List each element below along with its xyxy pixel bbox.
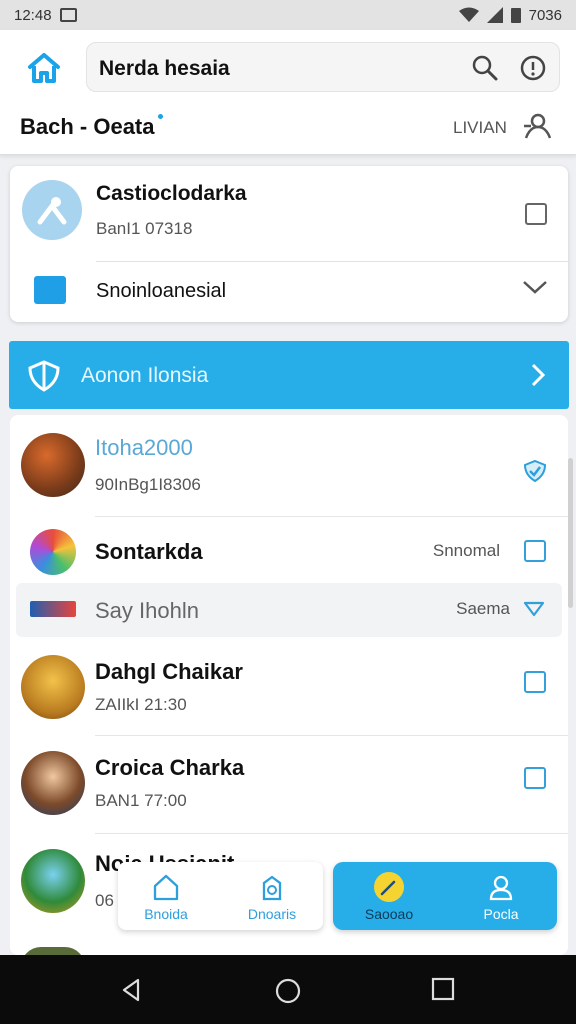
list-item-checkbox[interactable] bbox=[524, 767, 546, 789]
back-button[interactable] bbox=[118, 977, 144, 1008]
card-subtitle: BanI1 07318 bbox=[96, 219, 193, 238]
nav-item-home[interactable]: Bnoida bbox=[118, 868, 214, 926]
bottom-nav-right: Saooao Pocla bbox=[333, 862, 557, 930]
app-bar: Nerda hesaia Bach - Oeata LIVIAN bbox=[0, 30, 576, 155]
wifi-icon bbox=[458, 7, 479, 22]
avatar bbox=[22, 180, 82, 240]
list-item-subtitle: 06 bbox=[95, 891, 114, 910]
list-item-subtitle: ZAIIkI 21:30 bbox=[95, 695, 187, 714]
page-title: Bach - Oeata bbox=[20, 114, 155, 139]
status-right-text: 7036 bbox=[528, 6, 562, 24]
list-item-meta: Saema bbox=[456, 599, 510, 618]
card-checkbox[interactable] bbox=[525, 203, 547, 225]
chevron-down-icon bbox=[523, 281, 547, 294]
battery-icon bbox=[510, 7, 521, 23]
recents-button[interactable] bbox=[431, 977, 455, 1006]
game-avatar bbox=[21, 849, 85, 913]
signal-icon bbox=[486, 7, 503, 23]
list-item[interactable]: Itoha2000 90InBg1I8306 bbox=[10, 415, 568, 517]
list-item-title: Dahgl Chaikar bbox=[95, 659, 243, 684]
chevron-down-icon bbox=[523, 601, 545, 617]
nav-item-games[interactable]: Dnoaris bbox=[224, 868, 320, 926]
folder-icon bbox=[34, 276, 66, 304]
nav-item-search[interactable]: Saooao bbox=[341, 868, 437, 926]
search-input-value: Nerda hesaia bbox=[99, 57, 230, 80]
verified-badge[interactable] bbox=[523, 459, 547, 488]
list-item-subtitle: 90InBg1I8306 bbox=[95, 475, 201, 494]
divider bbox=[96, 261, 568, 262]
list-item-meta: Snnomal bbox=[432, 541, 500, 560]
featured-card: Castioclodarka BanI1 07318 Snoinloanesia… bbox=[10, 166, 568, 322]
nav-item-profile[interactable]: Pocla bbox=[453, 868, 549, 926]
list-item-title: Say Ihohln bbox=[95, 598, 199, 623]
home-nav-button[interactable] bbox=[274, 977, 302, 1010]
banner-label: Aonon Ilonsia bbox=[81, 364, 209, 387]
expand-button[interactable] bbox=[522, 279, 548, 300]
game-avatar bbox=[21, 947, 85, 955]
game-avatar bbox=[21, 433, 85, 497]
list-item-title: Itoha2000 bbox=[95, 435, 193, 460]
user-group-icon bbox=[524, 113, 552, 139]
nav-item-label: Dnoaris bbox=[247, 906, 297, 922]
game-avatar bbox=[21, 655, 85, 719]
list-item-checkbox[interactable] bbox=[524, 671, 546, 693]
game-avatar bbox=[30, 529, 76, 575]
game-controller-icon bbox=[262, 875, 282, 901]
gallery-notification-icon bbox=[59, 8, 77, 22]
game-thumbnail bbox=[30, 601, 76, 617]
list-item[interactable]: Croica Charka BAN1 77:00 bbox=[10, 737, 568, 835]
home-button[interactable] bbox=[24, 48, 64, 88]
divider bbox=[95, 735, 568, 736]
info-icon bbox=[520, 55, 546, 81]
list-item-title: Sontarkda bbox=[95, 539, 203, 564]
list-item[interactable]: Say Ihohln Saema bbox=[16, 583, 562, 637]
profile-icon bbox=[489, 875, 513, 901]
shield-icon bbox=[28, 360, 60, 392]
back-triangle-icon bbox=[122, 978, 140, 1002]
search-icon bbox=[472, 55, 498, 81]
person-icon bbox=[37, 197, 67, 225]
list-item-subtitle: BAN1 77:00 bbox=[95, 791, 187, 810]
account-button[interactable] bbox=[522, 112, 552, 145]
nav-item-label: Saooao bbox=[364, 906, 414, 922]
nav-item-label: Pocla bbox=[483, 906, 519, 922]
pencil-icon bbox=[380, 880, 396, 896]
clock: 12:48 bbox=[14, 6, 52, 24]
scrollbar[interactable] bbox=[568, 458, 573, 608]
nav-item-label: Bnoida bbox=[144, 906, 188, 922]
divider bbox=[95, 833, 568, 834]
search-button[interactable] bbox=[471, 54, 499, 87]
info-button[interactable] bbox=[519, 54, 547, 87]
list-item[interactable]: Sontarkda Snnomal bbox=[10, 517, 568, 583]
chevron-right-icon bbox=[531, 363, 546, 387]
list-item-checkbox[interactable] bbox=[524, 540, 546, 562]
expand-button[interactable] bbox=[523, 600, 545, 623]
card-dropdown-label[interactable]: Snoinloanesial bbox=[96, 280, 226, 303]
status-bar: 12:48 7036 bbox=[0, 0, 576, 30]
shield-check-icon bbox=[523, 459, 547, 483]
home-icon bbox=[153, 874, 179, 901]
user-label: LIVIAN bbox=[453, 118, 507, 137]
search-input[interactable]: Nerda hesaia bbox=[86, 42, 560, 92]
card-title: Castioclodarka bbox=[96, 182, 247, 205]
game-avatar bbox=[21, 751, 85, 815]
home-icon bbox=[28, 53, 60, 83]
recents-square-icon bbox=[431, 977, 455, 1001]
home-circle-icon bbox=[275, 978, 301, 1004]
promo-banner[interactable]: Aonon Ilonsia bbox=[9, 341, 569, 409]
system-nav-bar bbox=[0, 955, 576, 1024]
list-item-title: Croica Charka bbox=[95, 755, 245, 780]
bottom-nav-left: Bnoida Dnoaris bbox=[118, 862, 323, 930]
list-item[interactable]: Dahgl Chaikar ZAIIkI 21:30 bbox=[10, 639, 568, 737]
unread-dot bbox=[158, 114, 163, 119]
